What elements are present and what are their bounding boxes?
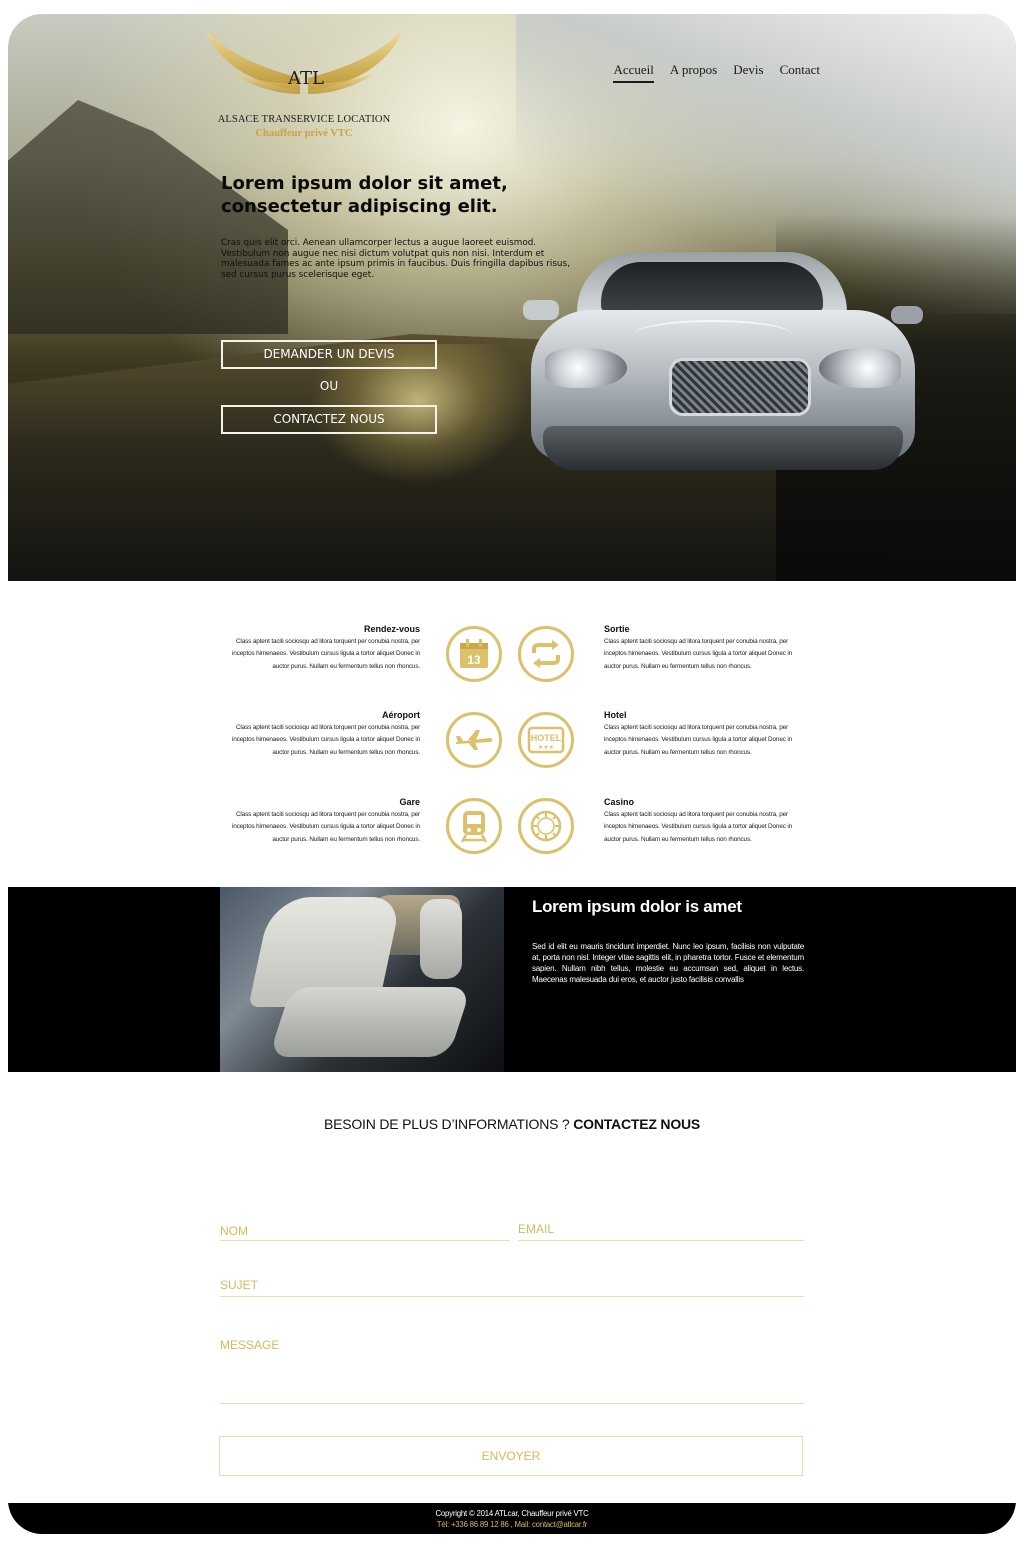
service-rendez-vous: Rendez-vous Class aptent taciti sociosqu… — [220, 624, 420, 673]
service-title: Sortie — [604, 624, 630, 634]
calendar-icon: 13 — [446, 626, 502, 682]
repeat-arrows-icon — [518, 626, 574, 682]
main-nav: Accueil A propos Devis Contact — [613, 62, 820, 83]
services-section: Rendez-vous Class aptent taciti sociosqu… — [8, 614, 1016, 874]
email-field[interactable]: EMAIL — [518, 1222, 804, 1241]
message-field[interactable]: MESSAGE — [220, 1338, 804, 1404]
subject-field[interactable]: SUJET — [220, 1278, 804, 1297]
feature-title: Lorem ipsum dolor is amet — [532, 897, 742, 916]
send-button[interactable]: ENVOYER — [219, 1436, 803, 1476]
contact-heading: BESOIN DE PLUS D’INFORMATIONS ? CONTACTE… — [8, 1116, 1016, 1132]
casino-chip-icon — [518, 798, 574, 854]
service-text: Class aptent taciti sociosqu ad litora t… — [231, 724, 420, 756]
service-title: Rendez-vous — [363, 624, 420, 634]
page-frame: ATL ALSACE TRANSERVICE LOCATION Chauffeu… — [8, 14, 1016, 1534]
contact-heading-bold: CONTACTEZ NOUS — [573, 1116, 701, 1132]
hero-banner: ATL ALSACE TRANSERVICE LOCATION Chauffeu… — [8, 14, 1016, 581]
nav-contact[interactable]: Contact — [780, 62, 820, 83]
footer-contact-info: Tél: +336 86 89 12 86 , Mail: contact@at… — [436, 1519, 588, 1529]
nav-accueil[interactable]: Accueil — [613, 62, 654, 83]
service-title: Aéroport — [382, 710, 420, 720]
logo-tagline: Chauffeur privé VTC — [255, 128, 353, 139]
service-text: Class aptent taciti sociosqu ad litora t… — [604, 638, 793, 670]
name-field[interactable]: NOM — [220, 1224, 510, 1241]
svg-text:13: 13 — [467, 653, 481, 667]
service-text: Class aptent taciti sociosqu ad litora t… — [604, 811, 793, 843]
car-interior-image — [220, 887, 504, 1072]
airplane-icon — [446, 712, 502, 768]
service-gare: Gare Class aptent taciti sociosqu ad lit… — [220, 797, 420, 846]
service-aeroport: Aéroport Class aptent taciti sociosqu ad… — [220, 710, 420, 759]
hero-title: Lorem ipsum dolor sit amet, consectetur … — [221, 173, 508, 217]
logo-brand: ALSACE TRANSERVICE LOCATION — [217, 114, 391, 125]
nav-a-propos[interactable]: A propos — [670, 62, 717, 83]
service-casino: Casino Class aptent taciti sociosqu ad l… — [604, 797, 804, 846]
service-text: Class aptent taciti sociosqu ad litora t… — [604, 724, 793, 756]
footer: Copyright © 2014 ATLcar, Chauffeur privé… — [8, 1503, 1016, 1534]
service-text: Class aptent taciti sociosqu ad litora t… — [231, 638, 420, 670]
service-title: Casino — [604, 797, 635, 807]
logo-monogram: ATL — [288, 68, 324, 89]
hero-text: Cras quis elit orci. Aenean ullamcorper … — [221, 238, 570, 280]
service-text: Class aptent taciti sociosqu ad litora t… — [231, 811, 420, 843]
nav-devis[interactable]: Devis — [733, 62, 763, 83]
service-sortie: Sortie Class aptent taciti sociosqu ad l… — [604, 624, 804, 673]
car-image — [523, 250, 923, 490]
request-quote-button[interactable]: DEMANDER UN DEVIS — [221, 340, 437, 369]
svg-text:HOTEL: HOTEL — [531, 733, 562, 743]
contact-heading-regular: BESOIN DE PLUS D’INFORMATIONS ? — [323, 1116, 570, 1132]
service-hotel: Hotel Class aptent taciti sociosqu ad li… — [604, 710, 804, 759]
service-title: Hotel — [604, 710, 627, 720]
feature-text: Sed id elit eu mauris tincidunt imperdie… — [532, 942, 804, 984]
site-logo[interactable]: ATL ALSACE TRANSERVICE LOCATION Chauffeu… — [204, 28, 404, 139]
contact-us-button[interactable]: CONTACTEZ NOUS — [221, 405, 437, 434]
train-icon — [446, 798, 502, 854]
hotel-sign-icon: HOTEL ★★★ — [518, 712, 574, 768]
footer-copyright: Copyright © 2014 ATLcar, Chauffeur privé… — [435, 1509, 589, 1518]
svg-text:★★★: ★★★ — [538, 744, 554, 751]
feature-section: Lorem ipsum dolor is amet Sed id elit eu… — [8, 887, 1016, 1072]
service-title: Gare — [399, 797, 420, 807]
hero-or-label: OU — [319, 379, 339, 393]
